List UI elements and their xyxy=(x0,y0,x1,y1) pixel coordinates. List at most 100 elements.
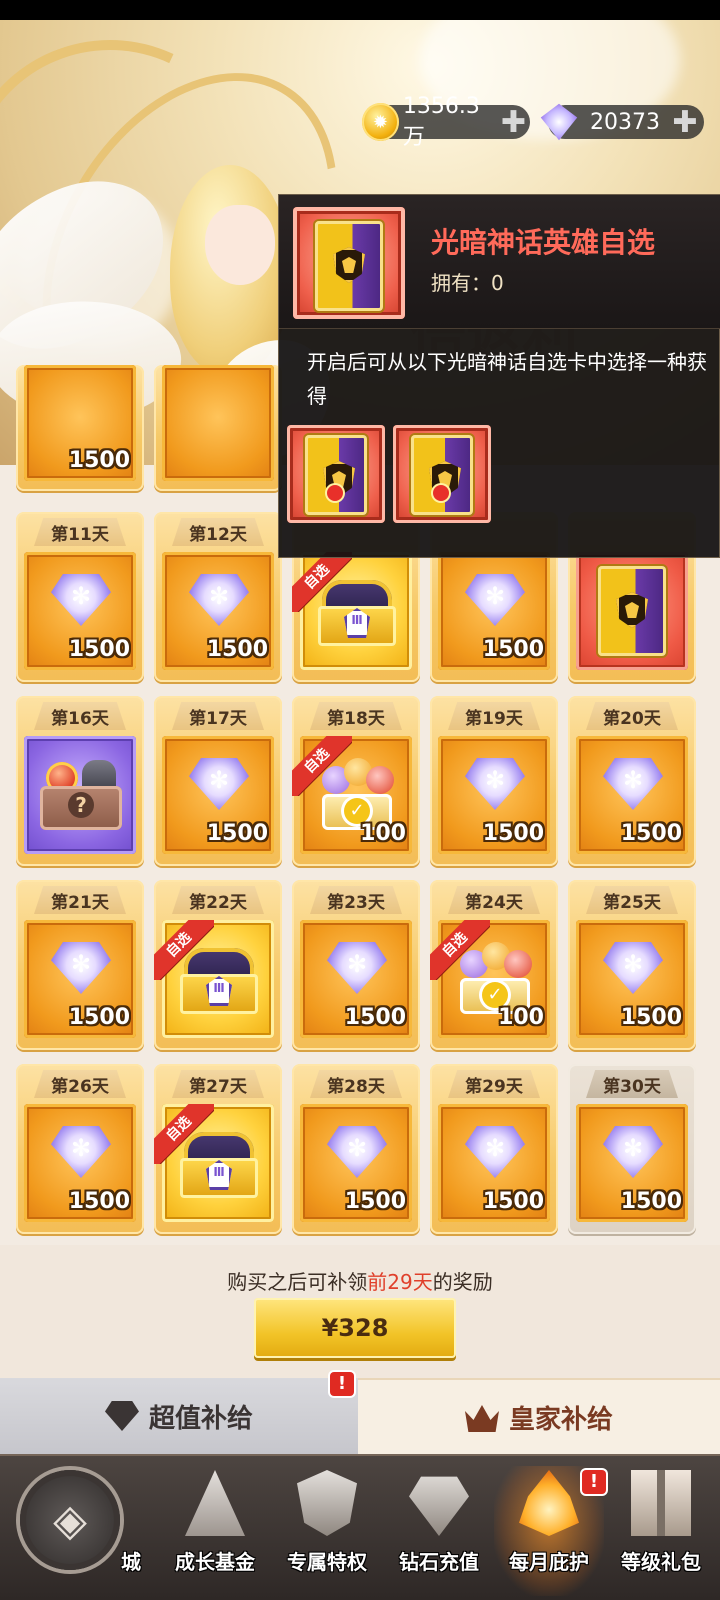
crown-icon xyxy=(464,1405,499,1432)
day-label: 第21天 xyxy=(34,886,126,914)
diamond-balance[interactable]: 20373 ✚ xyxy=(540,103,704,141)
select-ribbon-label: 自选 xyxy=(292,736,352,796)
day-label: 第27天 xyxy=(172,1070,264,1098)
nav-item-shop[interactable]: 城 xyxy=(96,1466,156,1596)
day-label: 第22天 xyxy=(172,886,264,914)
select-ribbon: 自选 xyxy=(154,1104,214,1164)
select-ribbon: 自选 xyxy=(292,736,352,796)
day-card[interactable]: 第18天 ✓ 100 自选 xyxy=(292,696,420,866)
buy-button[interactable]: ¥328 xyxy=(254,1298,456,1358)
diamond-reward-icon xyxy=(51,1126,111,1178)
reward-qty: 1500 xyxy=(206,637,268,662)
nav-label: 成长基金 xyxy=(175,1550,255,1574)
day-card[interactable]: 第27天自选 xyxy=(154,1064,282,1234)
reward-qty: 1500 xyxy=(482,821,544,846)
tooltip-item-icon xyxy=(293,207,405,319)
nav-item-diamond-topup[interactable]: 钻石充值 xyxy=(384,1466,494,1596)
reward-qty: 1500 xyxy=(620,821,682,846)
day-card[interactable]: 第21天 1500 xyxy=(16,880,144,1050)
diamond-reward-icon xyxy=(327,942,387,994)
day-label: 第29天 xyxy=(448,1070,540,1098)
diamond-reward-icon xyxy=(465,1126,525,1178)
dark-card-icon xyxy=(411,435,473,515)
day-card[interactable]: 第20天 1500 xyxy=(568,696,696,866)
day-card[interactable]: 第12天 1500 xyxy=(154,512,282,682)
day-card[interactable]: 第17天 1500 xyxy=(154,696,282,866)
day-card-partial xyxy=(154,365,282,491)
day-label: 第17天 xyxy=(172,702,264,730)
back-icon: ◈ xyxy=(53,1494,87,1546)
monthly-protection-alert-badge: ! xyxy=(582,1470,606,1494)
bonus-suffix: 的奖励 xyxy=(432,1270,493,1294)
day-card[interactable]: 第28天 1500 xyxy=(292,1064,420,1234)
add-gold-icon[interactable]: ✚ xyxy=(499,105,528,140)
reward-qty: 1500 xyxy=(620,1189,682,1214)
reward-slot: 1500 xyxy=(162,552,274,670)
diamond-reward-icon xyxy=(51,574,111,626)
day-card[interactable]: 第11天 1500 xyxy=(16,512,144,682)
day-card[interactable]: 第16天? xyxy=(16,696,144,866)
add-diamond-icon[interactable]: ✚ xyxy=(670,105,700,140)
gold-balance[interactable]: ✹ 1356.3万 ✚ xyxy=(362,94,530,150)
reward-qty: 100 xyxy=(498,1005,544,1030)
bonus-notice: 购买之后可补领前29天的奖励 xyxy=(0,1266,720,1295)
mystery-chest-icon: ? xyxy=(40,756,122,834)
reward-qty: 1500 xyxy=(68,1189,130,1214)
select-ribbon: 自选 xyxy=(154,920,214,980)
day-label: 第11天 xyxy=(34,518,126,546)
day-card[interactable]: 第29天 1500 xyxy=(430,1064,558,1234)
screen: 倍返利 ✹ 1356.3万 ✚ 20373 ✚ 1500 第11天1500第12… xyxy=(0,0,720,1600)
diamond-reward-icon xyxy=(465,758,525,810)
day-label: 第23天 xyxy=(310,886,402,914)
reward-slot: 1500 xyxy=(24,1104,136,1222)
day-card[interactable]: 第26天 1500 xyxy=(16,1064,144,1234)
select-ribbon-label: 自选 xyxy=(292,552,352,612)
reward-slot: 1500 xyxy=(438,552,550,670)
select-ribbon: 自选 xyxy=(292,552,352,612)
nav-item-growth-fund[interactable]: 成长基金 xyxy=(160,1466,270,1596)
nav-label: 每月庇护 xyxy=(509,1550,589,1574)
tooltip-description: 开启后可从以下光暗神话自选卡中选择一种获得 xyxy=(307,350,707,408)
diamond-reward-icon xyxy=(603,758,663,810)
day-label: 第19天 xyxy=(448,702,540,730)
nav-label: 等级礼包 xyxy=(621,1550,701,1574)
hero-selector-card-icon xyxy=(598,566,666,656)
reward-slot: 1500 xyxy=(24,552,136,670)
select-ribbon-label: 自选 xyxy=(430,920,490,980)
reward-qty: 1500 xyxy=(68,1005,130,1030)
day-label: 第12天 xyxy=(172,518,264,546)
day-card[interactable]: 第25天 1500 xyxy=(568,880,696,1050)
reward-slot: 1500 xyxy=(576,920,688,1038)
tooltip-choice-dark[interactable] xyxy=(393,425,491,523)
day-card[interactable]: 第24天 ✓ 100 自选 xyxy=(430,880,558,1050)
reward-slot: 1500 xyxy=(438,1104,550,1222)
nav-label: 专属特权 xyxy=(287,1550,367,1574)
reward-slot: 1500 xyxy=(300,1104,412,1222)
day-label: 第25天 xyxy=(586,886,678,914)
bottom-nav: ◈ 城 成长基金 专属特权 钻石充值 每月庇护 ! 等级礼包 xyxy=(0,1454,720,1600)
reward-qty: 1500 xyxy=(206,821,268,846)
reward-qty: 100 xyxy=(360,821,406,846)
nav-label: 城 xyxy=(121,1550,141,1574)
reward-slot: 1500 xyxy=(300,920,412,1038)
day-card[interactable]: 第23天 1500 xyxy=(292,880,420,1050)
reward-slot: ? xyxy=(24,736,136,854)
day-card[interactable]: 第19天 1500 xyxy=(430,696,558,866)
diamond-reward-icon xyxy=(189,574,249,626)
nav-item-privileges[interactable]: 专属特权 xyxy=(272,1466,382,1596)
reward-qty: 1500 xyxy=(68,448,130,473)
reward-slot: 1500 xyxy=(438,736,550,854)
nav-item-level-gift[interactable]: 等级礼包 xyxy=(606,1466,716,1596)
tooltip-header: 光暗神话英雄自选 拥有：0 xyxy=(279,195,720,329)
tab-royal-supply[interactable]: 皇家补给 xyxy=(358,1378,720,1454)
gift-box-icon xyxy=(631,1470,691,1536)
day-card[interactable]: 第30天 1500 xyxy=(568,1064,696,1234)
day-card[interactable]: 第22天自选 xyxy=(154,880,282,1050)
tooltip-owned-count: 拥有：0 xyxy=(431,271,504,295)
bonus-prefix: 购买之后可补领 xyxy=(227,1270,368,1294)
diamond-reward-icon xyxy=(327,1126,387,1178)
diamond-reward-icon xyxy=(189,758,249,810)
day-label: 第20天 xyxy=(586,702,678,730)
tooltip-choice-light[interactable] xyxy=(287,425,385,523)
tab-value-supply[interactable]: 超值补给 xyxy=(0,1378,358,1454)
